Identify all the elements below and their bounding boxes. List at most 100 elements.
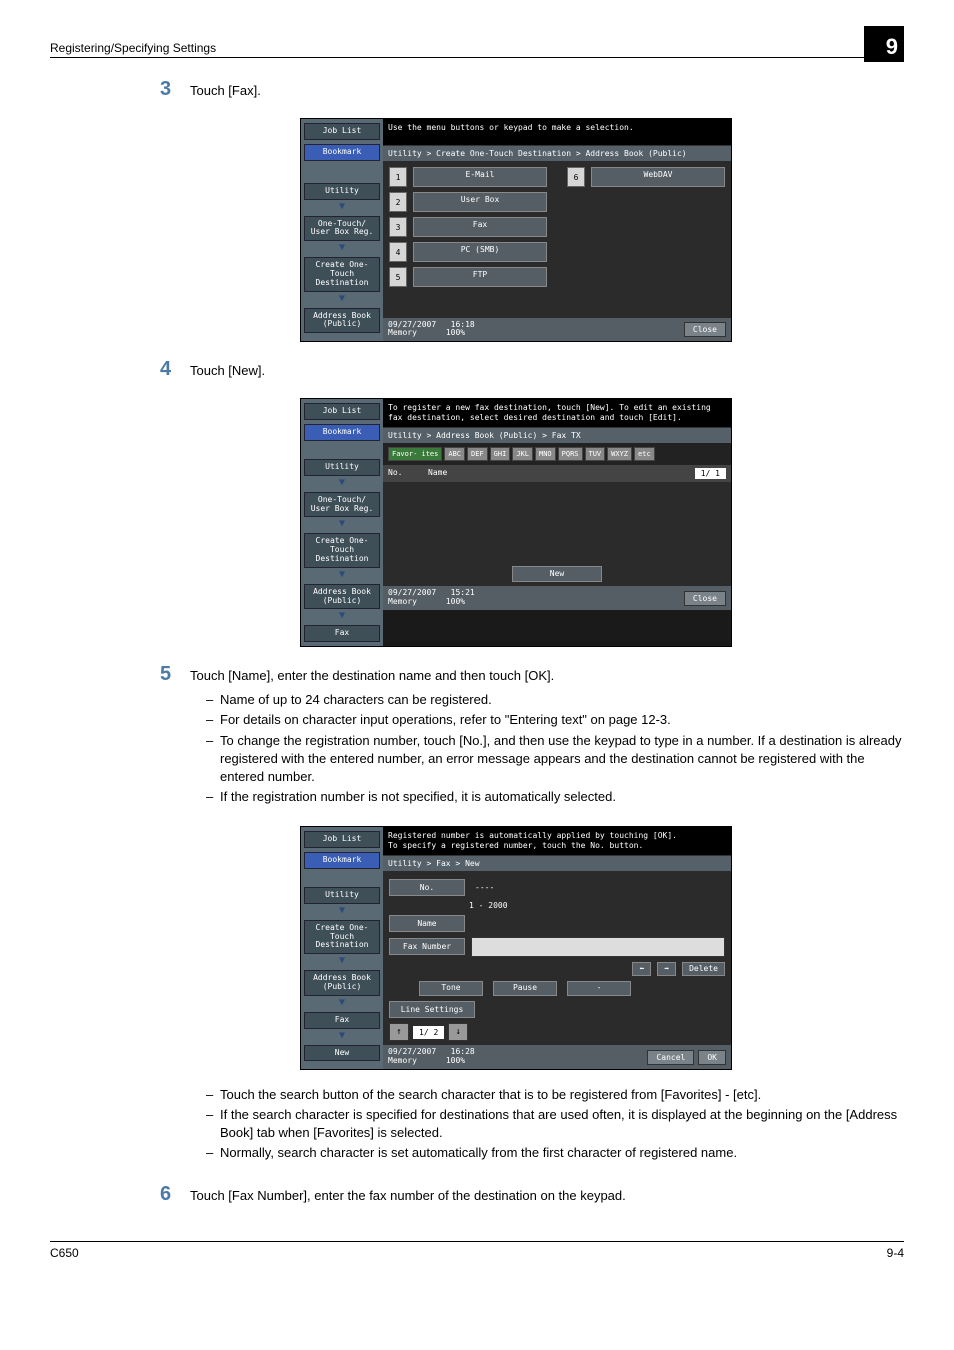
right-arrow-button[interactable]: ➡ <box>657 962 676 977</box>
menu-num: 4 <box>389 242 407 262</box>
create-onetouch-nav[interactable]: Create One-Touch Destination <box>304 257 380 291</box>
faxnumber-button[interactable]: Fax Number <box>389 938 465 955</box>
sub-item: For details on character input operation… <box>206 711 904 729</box>
step-number: 4 <box>160 358 190 386</box>
no-value: ---- <box>471 883 494 892</box>
faxnumber-field[interactable] <box>471 937 725 957</box>
ftp-button[interactable]: FTP <box>413 267 547 287</box>
tuv-tab[interactable]: TUV <box>585 447 606 461</box>
breadcrumb: Utility > Address Book (Public) > Fax TX <box>383 428 731 443</box>
header-title: Registering/Specifying Settings <box>50 41 216 55</box>
onetouch-nav[interactable]: One-Touch/ User Box Reg. <box>304 216 380 242</box>
chevron-down-icon: ▼ <box>304 955 380 966</box>
chevron-down-icon: ▼ <box>304 905 380 916</box>
breadcrumb: Utility > Create One-Touch Destination >… <box>383 146 731 161</box>
userbox-button[interactable]: User Box <box>413 192 547 212</box>
job-list-tab[interactable]: Job List <box>304 123 380 140</box>
fax-button[interactable]: Fax <box>413 217 547 237</box>
bookmark-tab[interactable]: Bookmark <box>304 424 380 441</box>
utility-nav[interactable]: Utility <box>304 183 380 200</box>
message-bar: Use the menu buttons or keypad to make a… <box>383 119 731 146</box>
tone-button[interactable]: Tone <box>419 981 483 996</box>
screenshot-address-book: Job List Bookmark Utility ▼ One-Touch/ U… <box>300 118 732 342</box>
ghi-tab[interactable]: GHI <box>490 447 511 461</box>
fax-nav[interactable]: Fax <box>304 1012 380 1029</box>
email-button[interactable]: E-Mail <box>413 167 547 187</box>
step-number: 6 <box>160 1183 190 1211</box>
page-indicator: 1/ 2 <box>413 1026 444 1039</box>
favorites-tab[interactable]: Favor- ites <box>388 447 442 461</box>
bookmark-tab[interactable]: Bookmark <box>304 144 380 161</box>
dash-button[interactable]: - <box>567 981 631 996</box>
chevron-down-icon: ▼ <box>304 201 380 212</box>
new-button[interactable]: New <box>512 566 602 583</box>
job-list-tab[interactable]: Job List <box>304 831 380 848</box>
pqrs-tab[interactable]: PQRS <box>558 447 583 461</box>
fax-nav[interactable]: Fax <box>304 625 380 642</box>
chevron-down-icon: ▼ <box>304 1030 380 1041</box>
new-nav[interactable]: New <box>304 1045 380 1062</box>
close-button[interactable]: Close <box>684 591 726 606</box>
no-button[interactable]: No. <box>389 879 465 896</box>
utility-nav[interactable]: Utility <box>304 887 380 904</box>
menu-num: 1 <box>389 167 407 187</box>
mno-tab[interactable]: MNO <box>535 447 556 461</box>
wxyz-tab[interactable]: WXYZ <box>607 447 632 461</box>
sub-item: Name of up to 24 characters can be regis… <box>206 691 904 709</box>
webdav-button[interactable]: WebDAV <box>591 167 725 187</box>
create-onetouch-nav[interactable]: Create One-Touch Destination <box>304 533 380 567</box>
message-bar: Registered number is automatically appli… <box>383 827 731 855</box>
chevron-down-icon: ▼ <box>304 569 380 580</box>
address-book-nav[interactable]: Address Book (Public) <box>304 970 380 996</box>
abc-tab[interactable]: ABC <box>444 447 465 461</box>
job-list-tab[interactable]: Job List <box>304 403 380 420</box>
alpha-tabs: Favor- ites ABC DEF GHI JKL MNO PQRS TUV… <box>383 443 731 465</box>
line-settings-button[interactable]: Line Settings <box>389 1001 475 1018</box>
chevron-down-icon: ▼ <box>304 610 380 621</box>
bookmark-tab[interactable]: Bookmark <box>304 852 380 869</box>
destination-list <box>383 482 731 562</box>
footer-right: 9-4 <box>887 1246 904 1260</box>
address-book-nav[interactable]: Address Book (Public) <box>304 584 380 610</box>
create-onetouch-nav[interactable]: Create One-Touch Destination <box>304 920 380 954</box>
page-down-button[interactable]: ↓ <box>448 1023 468 1041</box>
pcsmb-button[interactable]: PC (SMB) <box>413 242 547 262</box>
pause-button[interactable]: Pause <box>493 981 557 996</box>
delete-button[interactable]: Delete <box>682 962 725 977</box>
chevron-down-icon: ▼ <box>304 242 380 253</box>
page-up-button[interactable]: ↑ <box>389 1023 409 1041</box>
address-book-nav[interactable]: Address Book (Public) <box>304 308 380 334</box>
etc-tab[interactable]: etc <box>634 447 655 461</box>
name-button[interactable]: Name <box>389 915 465 932</box>
message-bar: To register a new fax destination, touch… <box>383 399 731 427</box>
jkl-tab[interactable]: JKL <box>512 447 533 461</box>
breadcrumb: Utility > Fax > New <box>383 856 731 871</box>
utility-nav[interactable]: Utility <box>304 459 380 476</box>
ok-button[interactable]: OK <box>698 1050 726 1065</box>
menu-num: 3 <box>389 217 407 237</box>
no-range: 1 - 2000 <box>465 901 508 910</box>
step-text: Touch [Fax]. <box>190 82 904 100</box>
cancel-button[interactable]: Cancel <box>647 1050 694 1065</box>
sub-item: Touch the search button of the search ch… <box>206 1086 904 1104</box>
sub-item: Normally, search character is set automa… <box>206 1144 904 1162</box>
chevron-down-icon: ▼ <box>304 293 380 304</box>
left-arrow-button[interactable]: ⬅ <box>632 962 651 977</box>
screenshot-fax-list: Job List Bookmark Utility ▼ One-Touch/ U… <box>300 398 732 647</box>
onetouch-nav[interactable]: One-Touch/ User Box Reg. <box>304 492 380 518</box>
menu-num: 2 <box>389 192 407 212</box>
def-tab[interactable]: DEF <box>467 447 488 461</box>
close-button[interactable]: Close <box>684 322 726 337</box>
col-name: Name <box>428 468 695 479</box>
menu-num: 6 <box>567 167 585 187</box>
footer-left: C650 <box>50 1246 79 1260</box>
sub-item: If the search character is specified for… <box>206 1106 904 1142</box>
step-text: Touch [Fax Number], enter the fax number… <box>190 1187 904 1205</box>
sub-item: To change the registration number, touch… <box>206 732 904 787</box>
step-number: 5 <box>160 663 190 814</box>
step-number: 3 <box>160 78 190 106</box>
menu-num: 5 <box>389 267 407 287</box>
chapter-badge: 9 <box>864 26 904 62</box>
page-indicator: 1/ 1 <box>695 468 726 479</box>
status-bar: 09/27/2007 16:28 Memory 100% <box>388 1048 643 1066</box>
